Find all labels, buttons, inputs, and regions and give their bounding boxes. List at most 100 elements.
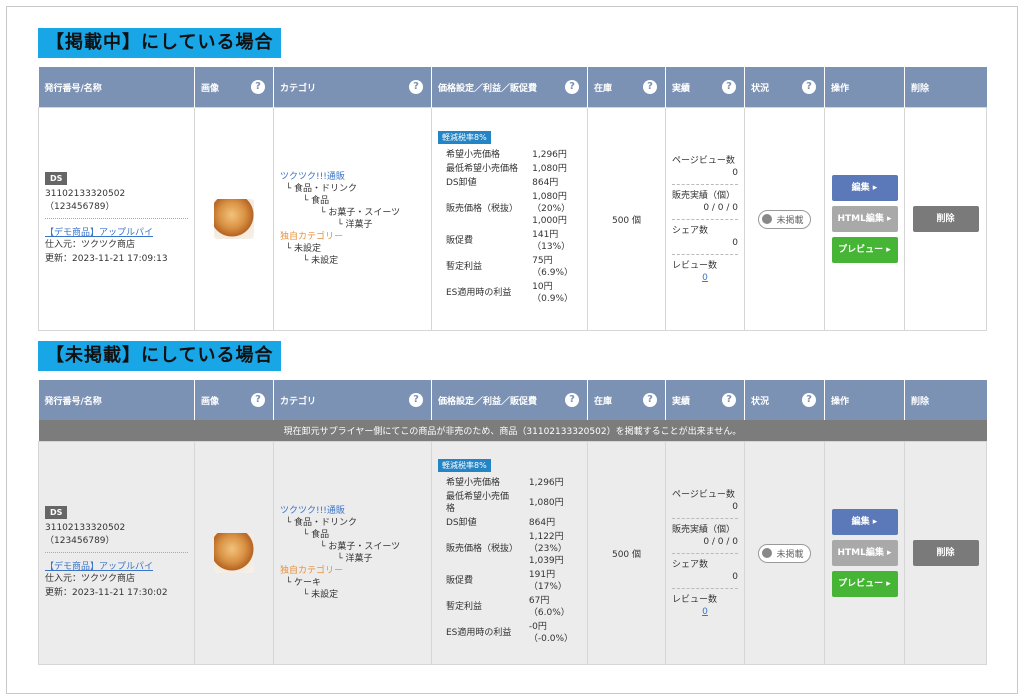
stock-value: 500 個 xyxy=(611,549,642,560)
column-header: カテゴリ? xyxy=(273,380,432,420)
publish-toggle[interactable]: 未掲載 xyxy=(758,543,811,563)
column-header-label: 削除 xyxy=(911,396,930,407)
price-row: 最低希望小売価格 1,080円 xyxy=(440,491,579,515)
toggle-label: 未掲載 xyxy=(776,549,804,560)
sales-value: 0 / 0 / 0 xyxy=(703,202,738,213)
help-icon[interactable]: ? xyxy=(722,393,736,407)
edit-button[interactable]: 編集 ▸ xyxy=(831,175,898,201)
help-icon[interactable]: ? xyxy=(251,393,265,407)
sales-label: 販売実績（個） xyxy=(672,190,736,201)
html-edit-button[interactable]: HTML編集 ▸ xyxy=(831,540,898,566)
column-header: 状況? xyxy=(744,380,825,420)
price-row: 販促費 141円（13%） xyxy=(440,229,579,253)
product-name-link[interactable]: 【デモ商品】アップルパイ xyxy=(45,562,153,572)
help-icon[interactable]: ? xyxy=(409,393,423,407)
column-header-label: 発行番号/名称 xyxy=(44,396,102,407)
help-icon[interactable]: ? xyxy=(802,80,816,94)
table-row: DS 31102133320502 （123456789） 【デモ商品】アップル… xyxy=(38,107,987,331)
price-label: 暫定利益 xyxy=(446,602,483,612)
column-header: 発行番号/名称 xyxy=(38,67,195,108)
column-header-label: 在庫 xyxy=(594,396,613,407)
column-header-label: カテゴリ xyxy=(280,83,317,94)
ds-badge: DS xyxy=(45,172,68,185)
category-line: └ 未設定 xyxy=(280,256,339,266)
supplier: 仕入元：ツクツク商店 xyxy=(45,240,136,250)
column-header: 状況? xyxy=(744,67,825,108)
product-name-link[interactable]: 【デモ商品】アップルパイ xyxy=(45,228,153,238)
column-header: 操作 xyxy=(824,380,905,420)
column-header-label: 画像 xyxy=(201,396,220,407)
help-icon[interactable]: ? xyxy=(565,393,579,407)
tax-rate-badge: 軽減税率8% xyxy=(438,459,491,472)
share-label: シェア数 xyxy=(672,225,709,236)
category-line[interactable]: ツクツク!!!通販 xyxy=(280,505,425,517)
price-row: DS卸値 864円 xyxy=(440,517,579,529)
category-line: └ お菓子・スイーツ xyxy=(280,542,401,552)
product-table-published: 発行番号/名称 画像? カテゴリ? 価格設定／利益／販促費? 在庫? 実績? 状況? 操作 削除… xyxy=(38,67,987,331)
updated-at: 更新：2023-11-21 17:09:13 xyxy=(45,254,168,264)
review-count-link[interactable]: 0 xyxy=(702,273,708,283)
price-value: 1,080円 xyxy=(528,498,564,508)
stock-value: 500 個 xyxy=(611,215,642,226)
price-label: 暫定利益 xyxy=(446,262,483,272)
preview-button[interactable]: プレビュー ▸ xyxy=(831,571,898,597)
publish-toggle[interactable]: 未掲載 xyxy=(758,209,811,229)
column-header: 実績? xyxy=(665,380,745,420)
column-header-label: 状況 xyxy=(751,396,770,407)
price-value: -0円（-0.0%） xyxy=(528,622,574,644)
column-header: 画像? xyxy=(194,380,274,420)
edit-button[interactable]: 編集 ▸ xyxy=(831,509,898,535)
table-row: DS 31102133320502 （123456789） 【デモ商品】アップル… xyxy=(38,441,987,665)
column-header-label: 操作 xyxy=(831,396,850,407)
ds-badge: DS xyxy=(45,506,68,519)
pageview-label: ページビュー数 xyxy=(672,155,735,166)
category-line: └ 洋菓子 xyxy=(280,220,373,230)
column-header: 在庫? xyxy=(587,67,666,108)
category-line: └ 未設定 xyxy=(280,590,339,600)
column-header: 価格設定／利益／販促費? xyxy=(431,67,588,108)
category-line: └ 洋菓子 xyxy=(280,554,373,564)
pageview-label: ページビュー数 xyxy=(672,489,735,500)
price-label: ES適用時の利益 xyxy=(446,628,512,638)
help-icon[interactable]: ? xyxy=(722,80,736,94)
review-label: レビュー数 xyxy=(672,260,718,271)
performance-cell: ページビュー数 0 販売実績（個） 0 / 0 / 0 シェア数 0 レビュー数 0 xyxy=(665,107,745,331)
price-label: 希望小売価格 xyxy=(446,150,501,160)
review-label: レビュー数 xyxy=(672,594,718,605)
price-row: 暫定利益 67円（6.0%） xyxy=(440,595,579,619)
price-label: 最低希望小売価格 xyxy=(446,164,519,174)
help-icon[interactable]: ? xyxy=(565,80,579,94)
product-info-cell: DS 31102133320502 （123456789） 【デモ商品】アップル… xyxy=(38,441,195,665)
price-row: 希望小売価格 1,296円 xyxy=(440,149,579,161)
delete-button[interactable]: 削除 xyxy=(912,206,979,232)
category-cell: ツクツク!!!通販 └ 食品・ドリンク └ 食品 └ お菓子・スイーツ └ 洋菓… xyxy=(273,441,432,665)
preview-button[interactable]: プレビュー ▸ xyxy=(831,237,898,263)
help-icon[interactable]: ? xyxy=(251,80,265,94)
price-value: 1,296円 xyxy=(532,150,567,160)
section-heading-published: 【掲載中】にしている場合 xyxy=(38,28,282,58)
share-label: シェア数 xyxy=(672,559,709,570)
review-count-link[interactable]: 0 xyxy=(702,607,708,617)
html-edit-button[interactable]: HTML編集 ▸ xyxy=(831,206,898,232)
price-label: 希望小売価格 xyxy=(446,478,501,488)
help-icon[interactable]: ? xyxy=(409,80,423,94)
column-header: 操作 xyxy=(824,67,905,108)
delete-button[interactable]: 削除 xyxy=(912,540,979,566)
category-line: └ お菓子・スイーツ xyxy=(280,208,401,218)
status-cell: 未掲載 xyxy=(744,107,825,331)
product-thumbnail[interactable] xyxy=(214,533,254,573)
category-line[interactable]: ツクツク!!!通販 xyxy=(280,171,425,183)
price-value: 141円（13%） xyxy=(532,230,571,252)
price-cell: 軽減税率8% 希望小売価格 1,296円最低希望小売価格 1,080円 DS卸値 864… xyxy=(431,441,588,665)
share-value: 0 xyxy=(732,237,738,248)
product-thumbnail[interactable] xyxy=(214,199,254,239)
help-icon[interactable]: ? xyxy=(643,80,657,94)
help-icon[interactable]: ? xyxy=(643,393,657,407)
column-header-label: 状況 xyxy=(751,83,770,94)
category-cell: ツクツク!!!通販 └ 食品・ドリンク └ 食品 └ お菓子・スイーツ └ 洋菓… xyxy=(273,107,432,331)
help-icon[interactable]: ? xyxy=(802,393,816,407)
pageview-value: 0 xyxy=(732,167,738,178)
price-value: 1,296円 xyxy=(528,478,564,488)
sales-value: 0 / 0 / 0 xyxy=(703,536,738,547)
price-value: 1,080円（20%） 1,000円 xyxy=(532,192,571,226)
